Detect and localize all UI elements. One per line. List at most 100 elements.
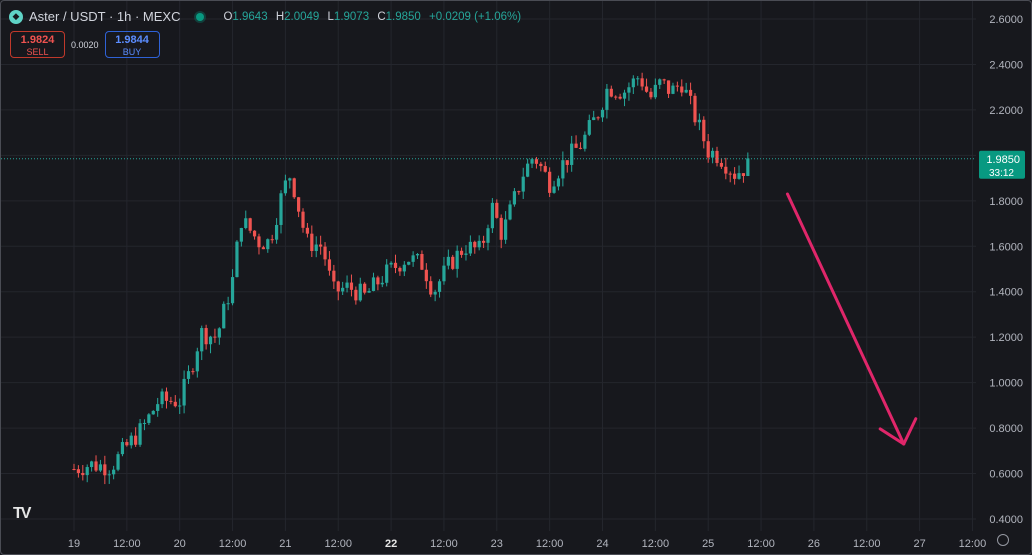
x-tick-label: 12:00 bbox=[747, 538, 775, 550]
candle-body bbox=[208, 336, 213, 345]
y-tick-label: 1.4000 bbox=[989, 287, 1023, 299]
candle-body bbox=[495, 202, 499, 218]
candle-body bbox=[574, 143, 578, 148]
candle-body bbox=[248, 218, 252, 231]
candle-body bbox=[376, 277, 380, 285]
ohlc-legend: O1.9643 H2.0049 L1.9073 C1.9850 +0.0209 … bbox=[218, 11, 521, 23]
candle-body bbox=[222, 303, 226, 329]
candle-body bbox=[517, 191, 521, 193]
candle-body bbox=[437, 281, 442, 292]
candle-body bbox=[600, 109, 605, 118]
x-tick-label: 21 bbox=[279, 538, 291, 550]
candle-body bbox=[257, 236, 261, 248]
candle-body bbox=[385, 264, 389, 283]
candle-body bbox=[675, 85, 679, 87]
trade-panel: 1.9824 SELL 0.0020 1.9844 BUY bbox=[10, 31, 160, 58]
candle-body bbox=[274, 224, 279, 240]
candle-body bbox=[244, 218, 248, 228]
candle-body bbox=[662, 79, 666, 81]
candle-body bbox=[477, 240, 481, 248]
candle-body bbox=[653, 84, 657, 98]
candle-body bbox=[644, 86, 649, 92]
candle-body bbox=[618, 96, 622, 99]
candle-body bbox=[490, 202, 494, 229]
buy-price: 1.9844 bbox=[115, 34, 149, 46]
candle-body bbox=[512, 191, 517, 205]
candle-body bbox=[252, 230, 257, 237]
buy-button[interactable]: 1.9844 BUY bbox=[104, 31, 160, 58]
candle-body bbox=[543, 166, 547, 172]
candle-body bbox=[733, 173, 737, 179]
candle-body bbox=[147, 414, 151, 423]
y-tick-label: 1.2000 bbox=[989, 332, 1023, 344]
candle-body bbox=[741, 173, 746, 176]
x-tick-label: 25 bbox=[702, 538, 714, 550]
symbol-title[interactable]: Aster / USDT · 1h · MEXC bbox=[29, 9, 180, 24]
price-axis: 2.60002.40002.20002.00001.80001.60001.40… bbox=[979, 14, 1025, 526]
candle-body bbox=[297, 197, 301, 212]
candle-body bbox=[415, 253, 420, 256]
candle-body bbox=[380, 282, 384, 285]
candle-body bbox=[561, 160, 565, 179]
candle-body bbox=[539, 163, 543, 167]
candle-body bbox=[195, 351, 199, 372]
low-value: 1.9073 bbox=[333, 10, 370, 23]
candle-body bbox=[666, 80, 671, 94]
candle-body bbox=[464, 253, 468, 255]
candle-body bbox=[134, 435, 138, 445]
candle-body bbox=[169, 400, 173, 402]
candle-body bbox=[508, 204, 512, 220]
candle-body bbox=[640, 78, 644, 87]
tradingview-logo-icon[interactable]: TV bbox=[13, 505, 32, 523]
candle-body bbox=[420, 253, 424, 270]
candle-body bbox=[565, 160, 569, 165]
candle-body bbox=[688, 89, 693, 96]
x-tick-label: 12:00 bbox=[113, 538, 141, 550]
candle-body bbox=[649, 91, 653, 98]
candle-body bbox=[719, 162, 724, 167]
candle-body bbox=[402, 264, 406, 272]
candle-body bbox=[103, 464, 107, 476]
candle-body bbox=[393, 262, 398, 268]
candle-body bbox=[552, 186, 556, 193]
arrow-shaft bbox=[785, 192, 906, 446]
candle-body bbox=[433, 291, 437, 295]
candle-body bbox=[697, 119, 701, 123]
x-tick-label: 12:00 bbox=[430, 538, 458, 550]
candle-body bbox=[72, 469, 76, 470]
candle-body bbox=[609, 88, 613, 97]
candle-body bbox=[305, 227, 310, 234]
y-tick-label: 1.0000 bbox=[989, 378, 1023, 390]
candle-body bbox=[217, 328, 221, 338]
settings-gear-icon[interactable] bbox=[997, 534, 1009, 546]
candle-body bbox=[191, 371, 195, 373]
candle-body bbox=[526, 163, 530, 177]
candle-body bbox=[283, 180, 287, 194]
candle-body bbox=[129, 435, 133, 446]
y-tick-label: 1.6000 bbox=[989, 241, 1023, 253]
candle-body bbox=[658, 79, 662, 85]
close-value: 1.9850 bbox=[385, 10, 421, 23]
candle-body bbox=[499, 217, 503, 240]
candle-body bbox=[226, 303, 230, 305]
price-chart[interactable]: 2.60002.40002.20002.00001.80001.60001.40… bbox=[1, 1, 1031, 554]
candle-body bbox=[332, 270, 336, 282]
candle-body bbox=[200, 328, 204, 352]
candle-body bbox=[164, 391, 169, 401]
candle-body bbox=[156, 404, 160, 411]
candle-body bbox=[354, 289, 358, 301]
candle-body bbox=[715, 150, 719, 163]
x-tick-label: 12:00 bbox=[219, 538, 247, 550]
aster-logo-icon: ◆ bbox=[9, 9, 23, 24]
candle-body bbox=[85, 467, 89, 476]
candle-body bbox=[327, 259, 332, 271]
candle-body bbox=[138, 423, 142, 445]
sell-button[interactable]: 1.9824 SELL bbox=[10, 31, 65, 58]
candle-body bbox=[407, 261, 411, 265]
sell-price: 1.9824 bbox=[20, 34, 55, 46]
candle-body bbox=[160, 391, 164, 405]
candle-body bbox=[680, 86, 684, 93]
candles bbox=[72, 72, 750, 485]
candle-body bbox=[358, 283, 362, 301]
chart-frame: 2.60002.40002.20002.00001.80001.60001.40… bbox=[0, 0, 1032, 555]
